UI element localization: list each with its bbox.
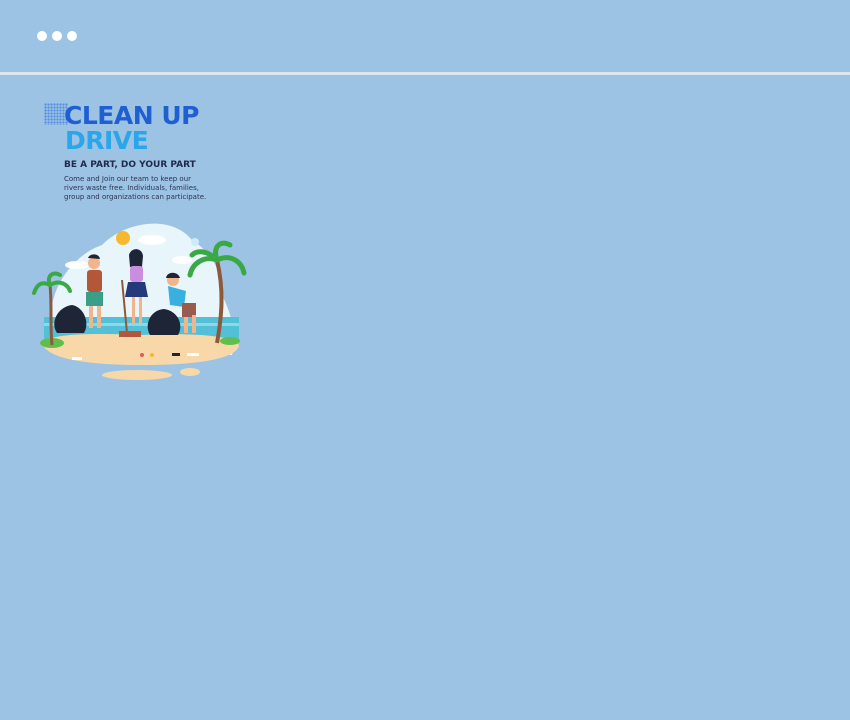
flyer-description: Come and Join our team to keep our river…	[64, 175, 207, 201]
bubble-icon	[191, 238, 199, 246]
sun-icon	[116, 231, 130, 245]
flyer-title-line2: DRIVE	[65, 126, 149, 155]
clean-up-drive-flyer[interactable]: CLEAN UP DRIVE BE A PART, DO YOUR PART C…	[32, 95, 247, 390]
cloud-icon	[138, 235, 166, 245]
sand-puddle	[102, 370, 172, 380]
palm-trunk	[48, 284, 54, 346]
sand-island	[42, 333, 239, 365]
titlebar-divider	[0, 72, 850, 75]
beach-cleanup-illustration	[32, 223, 247, 380]
window-titlebar	[0, 0, 850, 72]
litter	[187, 353, 199, 356]
window-controls	[37, 31, 77, 41]
litter	[72, 357, 82, 360]
litter	[172, 353, 180, 356]
cloud-icon	[172, 256, 192, 264]
menu-dot-icon[interactable]	[52, 31, 62, 41]
menu-dot-icon[interactable]	[37, 31, 47, 41]
menu-dot-icon[interactable]	[67, 31, 77, 41]
sand-puddle	[180, 368, 200, 376]
flyer-tagline: BE A PART, DO YOUR PART	[64, 160, 196, 170]
litter	[150, 353, 154, 357]
cloud-icon	[65, 261, 89, 269]
litter	[140, 353, 144, 357]
